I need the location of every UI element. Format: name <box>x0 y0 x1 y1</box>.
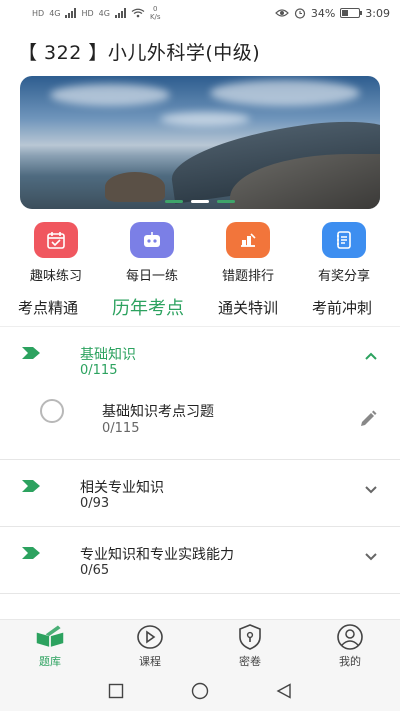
flag-icon <box>22 347 40 359</box>
chapter-title: 相关专业知识 <box>80 480 164 496</box>
nav-question-bank[interactable]: 题库 <box>10 623 90 669</box>
chapter-section: 专业知识和专业实践能力 0/65 <box>0 527 400 594</box>
net-speed: 0 K/s <box>150 5 161 21</box>
pencil-icon[interactable] <box>358 409 378 429</box>
chapter-title: 专业知识和专业实践能力 <box>80 547 234 563</box>
category-tabs: 考点精通 历年考点 通关特训 考前冲刺 <box>0 290 400 324</box>
quick-entry-label: 趣味练习 <box>29 269 82 284</box>
status-left: HD 4G HD 4G 0 K/s <box>32 5 161 21</box>
ranking-icon <box>226 222 270 258</box>
quick-entry-label: 每日一练 <box>125 269 178 284</box>
carousel-dot[interactable] <box>217 200 235 203</box>
banner-cloud <box>210 80 360 106</box>
nav-label: 我的 <box>339 654 361 668</box>
chapter-section: 基础知识 0/115 基础知识考点习题 0/115 <box>0 327 400 460</box>
chapter-title: 基础知识 <box>80 347 136 363</box>
clock: 3:09 <box>365 6 390 20</box>
sub-chapter-item[interactable]: 基础知识考点习题 0/115 <box>0 393 400 459</box>
chapter-progress: 0/115 <box>80 363 118 378</box>
quick-entry-fun-practice[interactable]: 趣味练习 <box>16 222 96 284</box>
net-speed-value: 0 <box>153 5 158 13</box>
chapter-header[interactable]: 专业知识和专业实践能力 0/65 <box>0 527 400 593</box>
page-title: 【 322 】小儿外科学(中级) <box>18 42 261 64</box>
network-tag-2: 4G <box>98 8 110 18</box>
signal-icon <box>65 8 77 18</box>
nav-label: 课程 <box>139 654 161 668</box>
wifi-icon <box>131 8 145 18</box>
chapter-list: 基础知识 0/115 基础知识考点习题 0/115 相关专业知识 0/93 专业… <box>0 327 400 594</box>
chapter-progress: 0/65 <box>80 563 110 578</box>
banner-carousel[interactable] <box>20 76 380 209</box>
nav-label: 题库 <box>39 654 61 668</box>
chevron-down-icon[interactable] <box>364 549 378 563</box>
quick-entry-daily-practice[interactable]: 每日一练 <box>112 222 192 284</box>
square-icon <box>108 683 124 699</box>
nav-secret-papers[interactable]: 密卷 <box>210 623 290 669</box>
battery-icon <box>340 8 363 18</box>
hd-tag-1: HD <box>32 8 45 18</box>
nav-label: 密卷 <box>239 654 261 668</box>
robot-icon <box>130 222 174 258</box>
carousel-indicators <box>20 200 380 203</box>
calendar-icon <box>34 222 78 258</box>
battery-percent: 34% <box>310 6 336 20</box>
chevron-up-icon[interactable] <box>364 349 378 363</box>
status-bar: HD 4G HD 4G 0 K/s 34% 3:09 <box>0 0 400 26</box>
banner-rock <box>105 172 165 202</box>
signal-icon <box>114 8 126 18</box>
quick-entries: 趣味练习 每日一练 错题排行 有奖分享 <box>0 222 400 284</box>
tab-final-sprint[interactable]: 考前冲刺 <box>312 297 372 318</box>
system-navigation-bar <box>0 671 400 711</box>
tab-pass-training[interactable]: 通关特训 <box>218 297 278 318</box>
sub-chapter-title: 基础知识考点习题 <box>102 404 214 420</box>
chapter-section: 相关专业知识 0/93 <box>0 460 400 527</box>
quick-entry-label: 错题排行 <box>221 269 274 284</box>
sub-chapter-progress: 0/115 <box>102 421 140 436</box>
quick-entry-wrong-ranking[interactable]: 错题排行 <box>208 222 288 284</box>
tab-key-points[interactable]: 考点精通 <box>18 297 78 318</box>
circle-icon <box>191 682 209 700</box>
recents-button[interactable] <box>106 681 126 701</box>
chevron-down-icon[interactable] <box>364 482 378 496</box>
chapter-header[interactable]: 基础知识 0/115 <box>0 327 400 393</box>
chapter-progress: 0/93 <box>80 496 110 511</box>
eye-icon <box>274 9 289 17</box>
quick-entry-label: 有奖分享 <box>317 269 370 284</box>
chapter-header[interactable]: 相关专业知识 0/93 <box>0 460 400 526</box>
flag-icon <box>22 480 40 492</box>
user-icon <box>335 623 365 651</box>
book-icon <box>35 623 65 651</box>
quick-entry-share-reward[interactable]: 有奖分享 <box>304 222 384 284</box>
carousel-dot[interactable] <box>165 200 183 203</box>
back-button[interactable] <box>274 681 294 701</box>
alarm-icon <box>294 8 305 19</box>
triangle-back-icon <box>276 683 291 699</box>
banner-cloud <box>50 84 170 106</box>
status-right: 34% 3:09 <box>274 6 390 20</box>
carousel-dot-active[interactable] <box>191 200 209 203</box>
notebook-icon <box>322 222 366 258</box>
lock-shield-icon <box>235 623 265 651</box>
hd-tag-2: HD <box>81 8 94 18</box>
nav-courses[interactable]: 课程 <box>110 623 190 669</box>
tab-past-exam-points[interactable]: 历年考点 <box>112 294 184 320</box>
net-speed-unit: K/s <box>149 13 161 21</box>
flag-icon <box>22 547 40 559</box>
bottom-nav: 题库 课程 密卷 我的 <box>0 619 400 671</box>
banner-cloud <box>160 112 250 126</box>
play-icon <box>135 623 165 651</box>
network-tag-1: 4G <box>49 8 61 18</box>
nav-mine[interactable]: 我的 <box>310 623 390 669</box>
home-button[interactable] <box>190 681 210 701</box>
radio-circle-icon[interactable] <box>40 399 64 423</box>
